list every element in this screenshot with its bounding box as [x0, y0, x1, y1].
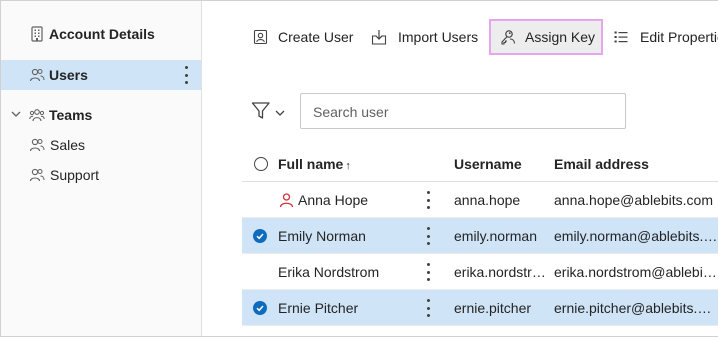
column-full-name-label: Full name [278, 156, 344, 172]
cell-full-name: Anna Hope [298, 192, 369, 208]
search-box[interactable] [300, 93, 626, 129]
import-icon [371, 29, 387, 45]
table-row[interactable]: Anna Hope anna.hope anna.hope@ablebits.c… [242, 182, 718, 218]
sidebar-item-label: Teams [49, 107, 93, 123]
cell-email: ernie.pitcher@ablebits.com [554, 300, 718, 316]
sidebar-item-support[interactable]: Support [1, 160, 201, 190]
more-options-icon[interactable] [427, 191, 431, 209]
assign-key-button[interactable]: Assign Key [489, 19, 603, 55]
key-person-icon [500, 29, 516, 45]
more-options-icon[interactable] [427, 299, 431, 317]
import-users-label: Import Users [398, 29, 479, 45]
column-email[interactable]: Email address [554, 156, 649, 172]
more-options-icon[interactable] [427, 263, 431, 281]
assign-key-label: Assign Key [525, 29, 596, 45]
cell-username: emily.norman [454, 228, 537, 244]
sidebar-item-account-details[interactable]: Account Details [1, 19, 201, 49]
cell-full-name: Erika Nordstrom [278, 264, 380, 280]
list-icon [613, 29, 629, 45]
cell-email: emily.norman@ablebits.com [554, 228, 718, 244]
column-username[interactable]: Username [454, 156, 522, 172]
chevron-down-icon[interactable] [9, 107, 23, 121]
cell-email: erika.nordstrom@ablebits.com [554, 264, 718, 280]
people-icon [29, 67, 45, 83]
more-options-icon[interactable] [427, 227, 431, 245]
people-icon [29, 167, 45, 183]
checkmark-icon[interactable] [253, 229, 267, 243]
sidebar-item-label: Account Details [49, 26, 155, 42]
create-user-button[interactable]: Create User [253, 19, 363, 55]
table-row[interactable]: Erika Nordstrom erika.nordstrom erika.no… [242, 254, 718, 290]
column-full-name[interactable]: Full name ↑ [278, 156, 351, 172]
create-user-label: Create User [278, 29, 354, 45]
people-icon [29, 137, 45, 153]
select-all-radio[interactable] [254, 157, 268, 171]
sidebar-item-label: Users [49, 67, 88, 83]
sort-ascending-icon: ↑ [345, 160, 351, 172]
cell-username: anna.hope [454, 192, 521, 208]
filter-icon [251, 102, 270, 119]
import-users-button[interactable]: Import Users [371, 19, 486, 55]
sidebar: Account Details Users Teams Sales Suppor… [1, 1, 202, 336]
cell-full-name: Emily Norman [278, 228, 366, 244]
sidebar-item-sales[interactable]: Sales [1, 130, 201, 160]
filter-button[interactable] [251, 101, 291, 121]
table-row[interactable]: Ernie Pitcher ernie.pitcher ernie.pitche… [242, 290, 718, 326]
edit-properties-button[interactable]: Edit Properties [613, 19, 718, 55]
person-add-icon [253, 29, 269, 45]
edit-properties-label: Edit Properties [640, 29, 718, 45]
sidebar-item-label: Sales [50, 137, 86, 153]
chevron-down-icon [275, 110, 285, 116]
table-row[interactable]: Emily Norman emily.norman emily.norman@a… [242, 218, 718, 254]
sidebar-item-users[interactable]: Users [1, 60, 201, 90]
sidebar-item-label: Support [50, 167, 100, 183]
building-icon [29, 26, 45, 42]
sidebar-item-teams[interactable]: Teams [1, 100, 201, 130]
people-team-icon [29, 107, 45, 123]
cell-email: anna.hope@ablebits.com [554, 192, 713, 208]
person-icon [279, 192, 294, 208]
cell-full-name: Ernie Pitcher [278, 300, 359, 316]
cell-username: erika.nordstrom [454, 264, 546, 280]
more-options-icon[interactable] [185, 66, 189, 84]
checkmark-icon[interactable] [253, 301, 267, 315]
table-header: Full name ↑ Username Email address [242, 148, 718, 182]
search-input[interactable] [313, 102, 613, 122]
cell-username: ernie.pitcher [454, 300, 532, 316]
